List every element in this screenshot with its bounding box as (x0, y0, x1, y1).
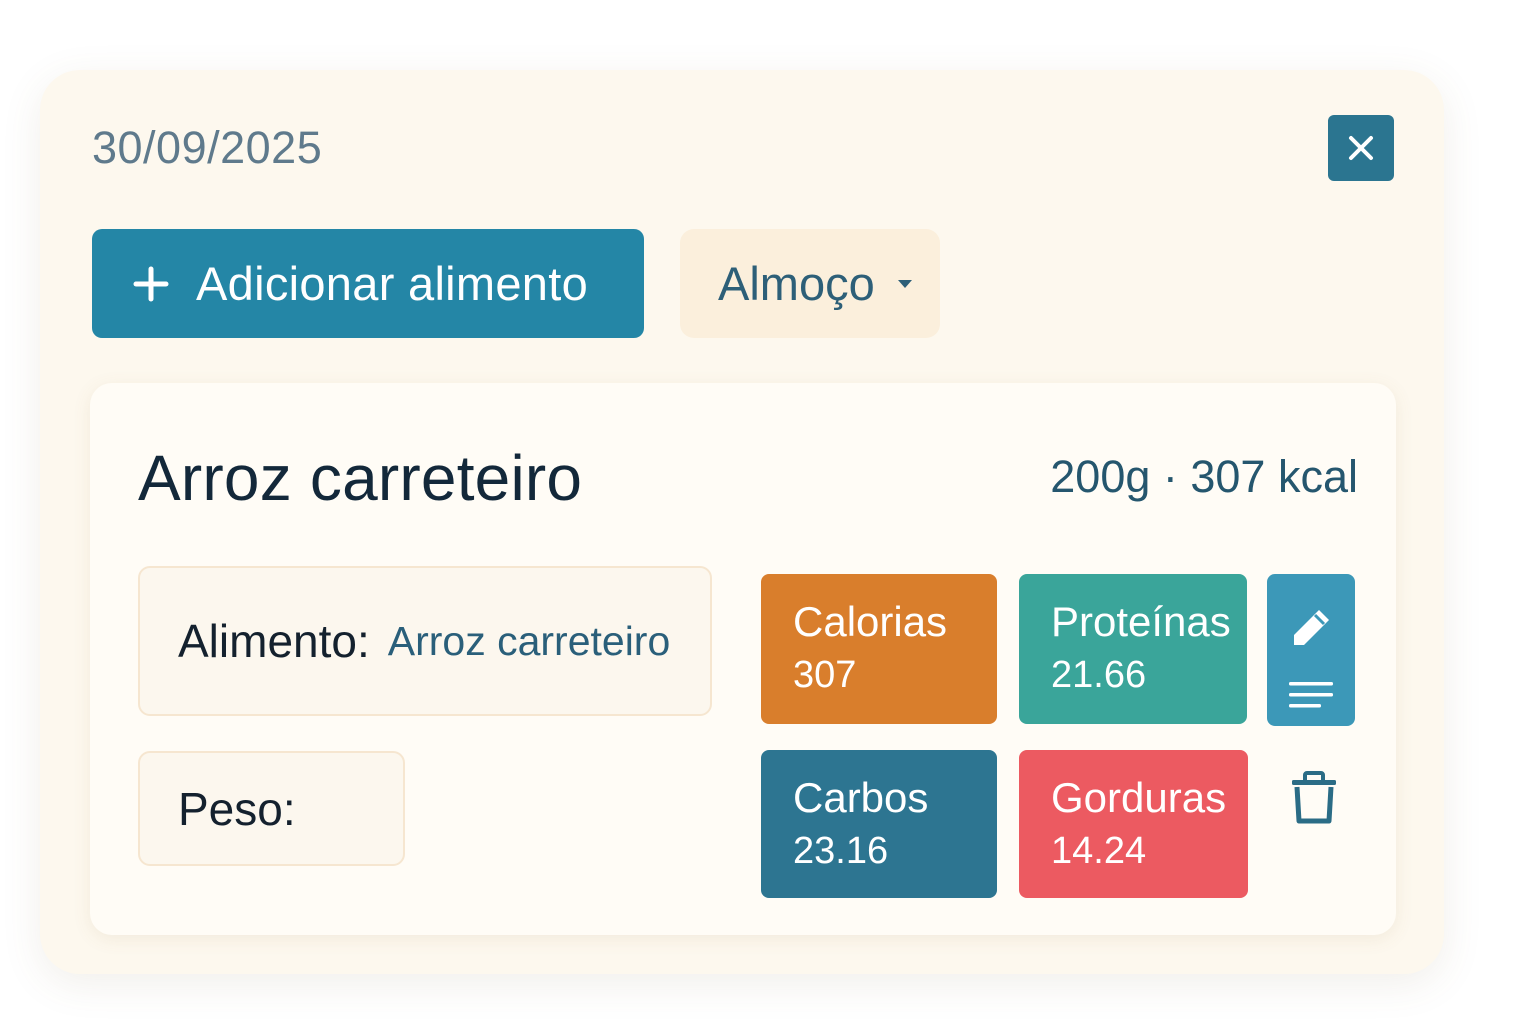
trash-icon (1292, 771, 1336, 824)
weight-field-label: Peso: (178, 782, 296, 835)
food-entry-summary: 200g · 307 kcal (1050, 451, 1358, 502)
pencil-icon (1294, 610, 1329, 645)
food-entry-title: Arroz carreteiro (138, 442, 583, 514)
delete-button[interactable] (1288, 771, 1340, 825)
food-field-value: Arroz carreteiro (387, 617, 671, 664)
protein-label: Proteínas (1051, 598, 1231, 645)
fat-tile: Gorduras 14.24 (1019, 750, 1248, 898)
meal-type-value: Almoço (718, 257, 875, 310)
carbs-label: Carbos (793, 774, 929, 821)
date-label: 30/09/2025 (92, 122, 323, 173)
edit-button[interactable] (1267, 574, 1355, 726)
meal-type-select[interactable]: Almoço (680, 229, 940, 338)
protein-tile: Proteínas 21.66 (1019, 574, 1247, 724)
food-entry-card: Arroz carreteiro 200g · 307 kcal Aliment… (90, 383, 1396, 935)
add-food-label: Adicionar alimento (196, 257, 589, 310)
chevron-down-icon (897, 279, 912, 288)
lines-icon (1289, 682, 1333, 708)
calories-tile: Calorias 307 (761, 574, 997, 724)
calories-value: 307 (793, 654, 857, 696)
fat-value: 14.24 (1051, 830, 1147, 872)
weight-field[interactable]: Peso: (138, 751, 405, 866)
food-field-label: Alimento: (178, 615, 370, 667)
close-button[interactable] (1328, 115, 1394, 181)
fat-label: Gorduras (1051, 774, 1227, 821)
close-icon (1349, 136, 1373, 160)
meal-log-panel: 30/09/2025 Adicionar alimento Almoço Arr… (40, 70, 1444, 974)
protein-value: 21.66 (1051, 654, 1147, 696)
plus-icon (133, 266, 169, 301)
calories-label: Calorias (793, 598, 948, 645)
add-food-button[interactable]: Adicionar alimento (92, 229, 644, 338)
carbs-value: 23.16 (793, 830, 889, 872)
food-field[interactable]: Alimento: Arroz carreteiro (138, 566, 712, 716)
carbs-tile: Carbos 23.16 (761, 750, 997, 898)
